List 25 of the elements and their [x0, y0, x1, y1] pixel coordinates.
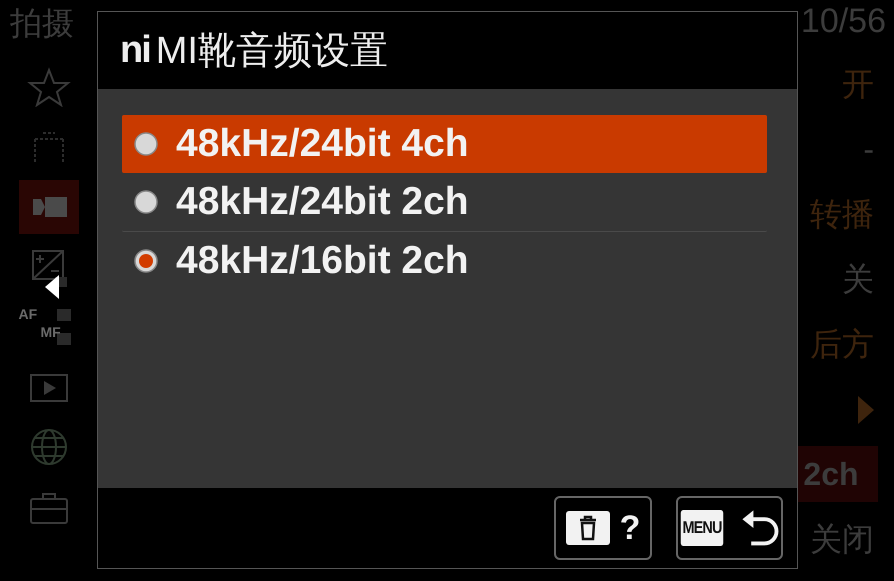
option-row[interactable]: 48kHz/24bit 4ch: [122, 115, 767, 173]
trash-icon: [566, 511, 610, 545]
radio-button[interactable]: [134, 249, 158, 273]
setting-value: 关: [842, 260, 874, 298]
setting-value: -: [863, 131, 874, 168]
pointer-icon: [45, 275, 59, 299]
sidebar-tab[interactable]: AF MF: [18, 300, 78, 354]
setting-value: 2ch: [796, 446, 878, 502]
page-number: 10/56: [800, 2, 886, 41]
focus-label: AF: [18, 306, 38, 322]
radio-button[interactable]: [134, 190, 158, 214]
setting-value: 关闭: [810, 520, 874, 558]
dialog-title: MI靴音频设置: [156, 29, 388, 74]
star-icon: [26, 67, 70, 107]
setting-value: 开: [842, 64, 874, 104]
focus-label: MF: [40, 324, 61, 340]
option-row[interactable]: 48kHz/16bit 2ch: [122, 232, 767, 290]
radio-button[interactable]: [134, 132, 158, 156]
back-button[interactable]: MENU: [676, 496, 783, 560]
title-prefix: ni: [120, 29, 150, 72]
option-row[interactable]: 48kHz/24bit 2ch: [122, 173, 767, 232]
setting-value: 转播: [810, 194, 874, 234]
setting-value: 后方: [810, 324, 874, 364]
screen-title: 拍摄: [10, 4, 74, 43]
help-button[interactable]: ?: [554, 496, 652, 560]
